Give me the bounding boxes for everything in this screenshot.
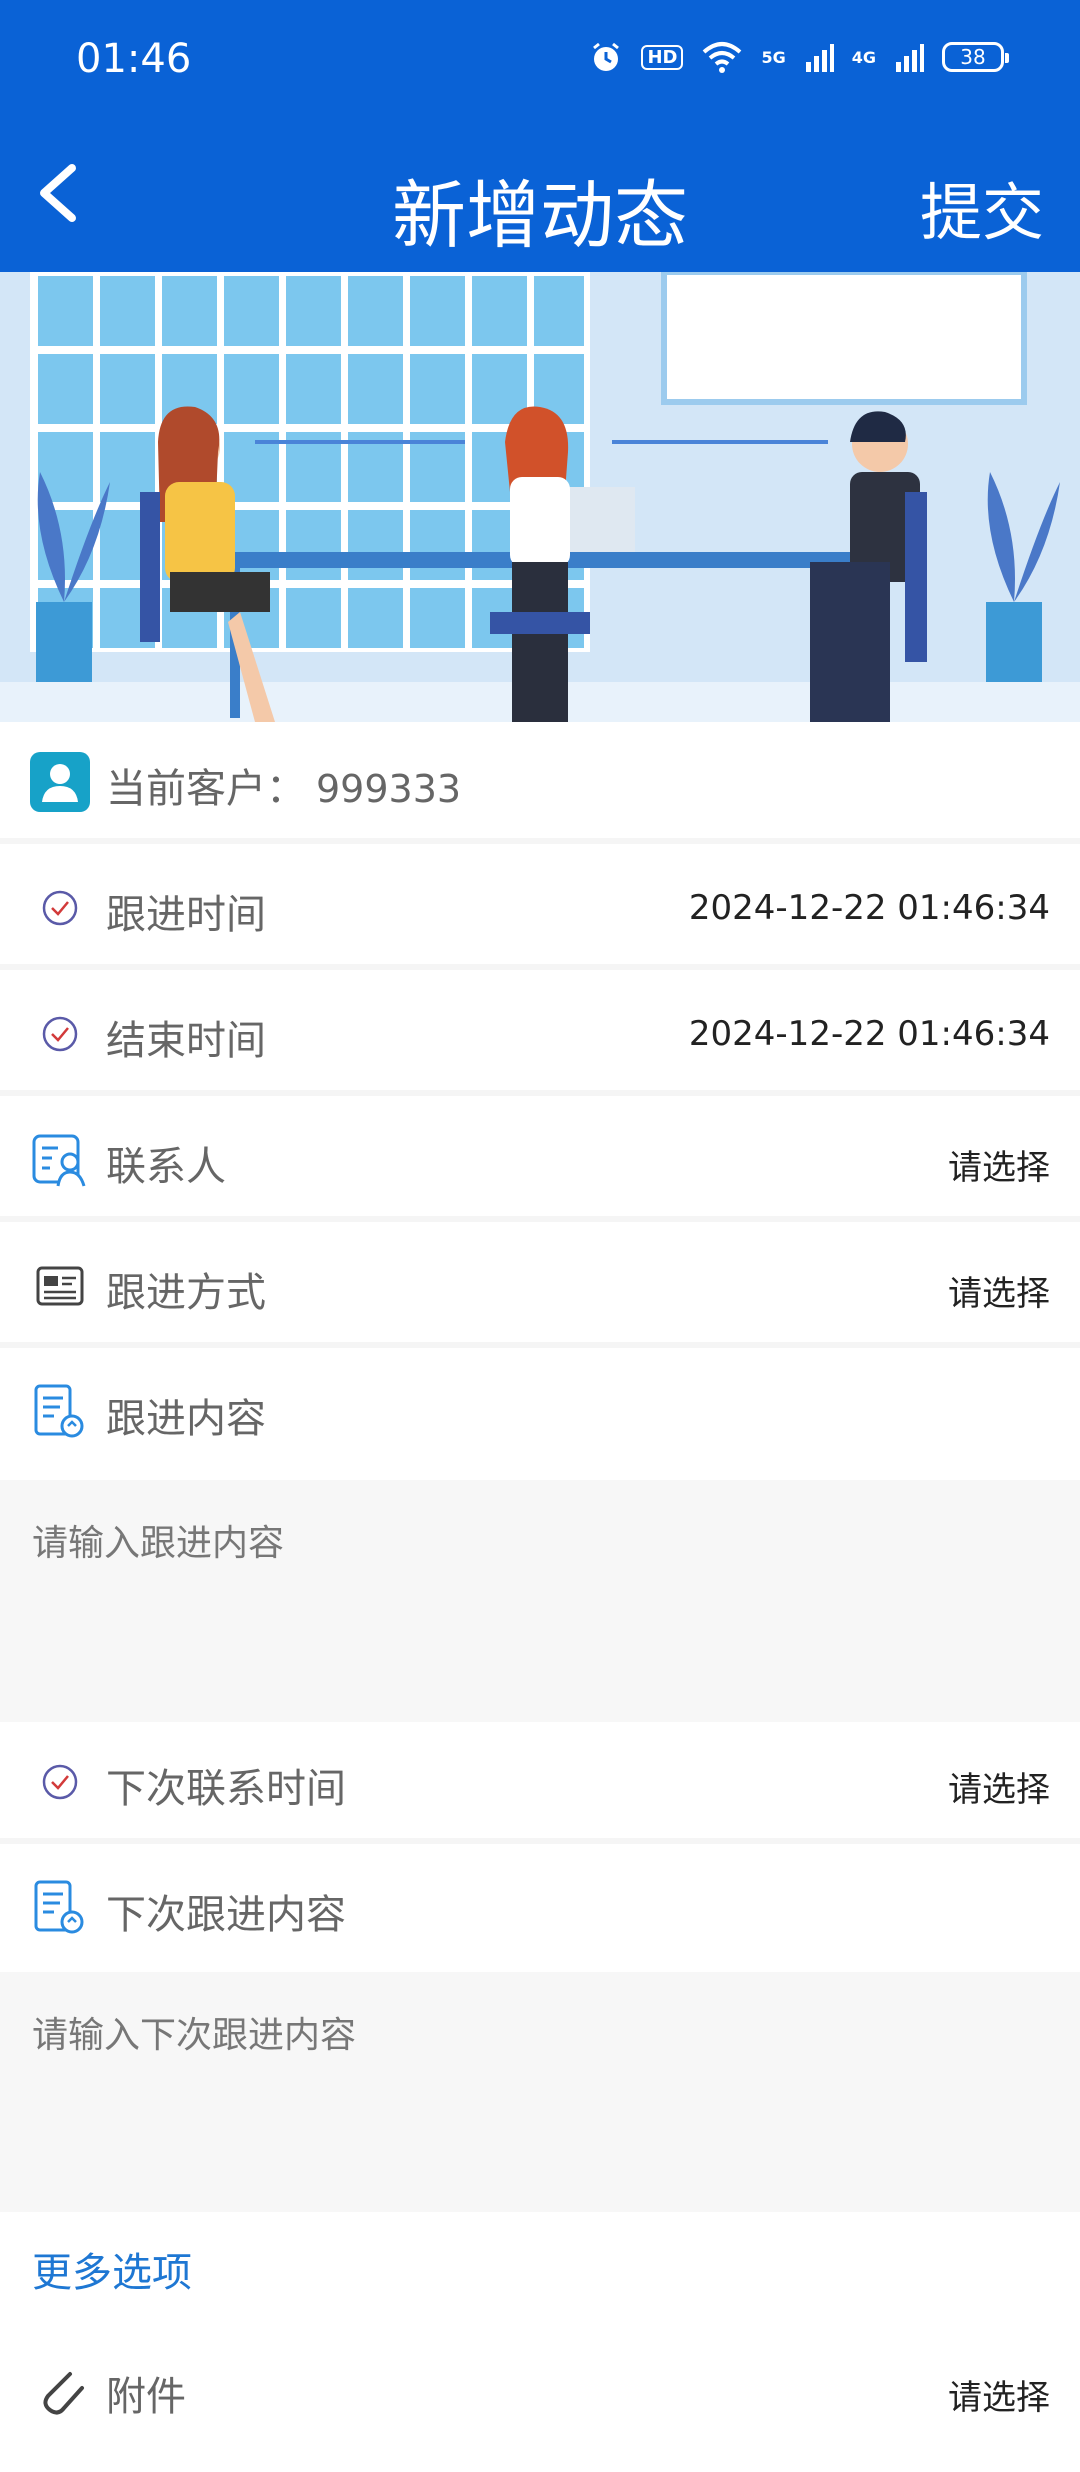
current-customer-title: 当前客户： bbox=[106, 766, 306, 812]
next-content-row: 下次跟进内容 bbox=[0, 1848, 1080, 1972]
battery-icon: 38 bbox=[942, 42, 1009, 72]
signal-icon-2 bbox=[896, 44, 924, 72]
follow-method-row[interactable]: 跟进方式 请选择 bbox=[0, 1226, 1080, 1348]
paperclip-icon bbox=[43, 2372, 84, 2415]
next-content-textarea[interactable]: 请输入下次跟进内容 bbox=[0, 1972, 1080, 2212]
next-contact-time-label: 下次联系时间 bbox=[106, 1766, 346, 1812]
clock-icon bbox=[42, 890, 78, 926]
follow-content-textarea[interactable]: 请输入跟进内容 bbox=[0, 1480, 1080, 1722]
alarm-icon bbox=[593, 42, 620, 71]
signal-icon bbox=[805, 44, 834, 72]
banner-illustration bbox=[0, 272, 1080, 722]
page-title: 新增动态 bbox=[392, 173, 688, 259]
document-edit-icon bbox=[34, 1880, 84, 1934]
current-customer-label: 当前客户： 999333 bbox=[106, 756, 461, 814]
end-time-value[interactable]: 2024-12-22 01:46:34 bbox=[689, 1014, 1050, 1054]
next-contact-time-select[interactable]: 请选择 bbox=[948, 1762, 1050, 1811]
end-time-row[interactable]: 结束时间 2024-12-22 01:46:34 bbox=[0, 974, 1080, 1096]
top-nav-bar: 新增动态 提交 bbox=[0, 118, 1080, 272]
hd-icon: HD bbox=[641, 44, 684, 70]
wifi-icon bbox=[703, 42, 742, 73]
follow-method-label: 跟进方式 bbox=[106, 1270, 266, 1316]
next-content-label: 下次跟进内容 bbox=[106, 1892, 346, 1938]
follow-time-value[interactable]: 2024-12-22 01:46:34 bbox=[689, 888, 1050, 928]
more-options-link[interactable]: 更多选项 bbox=[32, 2240, 192, 2298]
next-contact-time-row[interactable]: 下次联系时间 请选择 bbox=[0, 1722, 1080, 1844]
clock-icon bbox=[42, 1016, 78, 1052]
follow-time-row[interactable]: 跟进时间 2024-12-22 01:46:34 bbox=[0, 848, 1080, 970]
follow-time-label: 跟进时间 bbox=[106, 892, 266, 938]
network-5g-label: 5G bbox=[761, 47, 786, 67]
current-customer-row: 当前客户： 999333 bbox=[0, 722, 1080, 844]
network-4g-label: 4G bbox=[851, 47, 876, 67]
status-time: 01:46 bbox=[76, 36, 192, 82]
contact-label: 联系人 bbox=[106, 1144, 226, 1190]
current-customer-value: 999333 bbox=[316, 767, 462, 811]
battery-level: 38 bbox=[960, 45, 986, 69]
contact-row[interactable]: 联系人 请选择 bbox=[0, 1100, 1080, 1222]
clock-icon bbox=[42, 1764, 78, 1800]
follow-content-label: 跟进内容 bbox=[106, 1396, 266, 1442]
follow-method-select[interactable]: 请选择 bbox=[948, 1266, 1050, 1315]
submit-button[interactable]: 提交 bbox=[920, 162, 1044, 252]
status-icons: HD 5G 4G 38 bbox=[589, 40, 1009, 74]
document-edit-icon bbox=[34, 1384, 84, 1438]
attachment-label: 附件 bbox=[106, 2374, 186, 2420]
end-time-label: 结束时间 bbox=[106, 1018, 266, 1064]
status-bar: 01:46 HD 5G 4G 38 bbox=[0, 0, 1080, 118]
id-card-icon bbox=[36, 1266, 84, 1306]
next-content-placeholder: 请输入下次跟进内容 bbox=[32, 2015, 357, 2056]
contact-card-icon bbox=[32, 1134, 86, 1187]
follow-content-row: 跟进内容 bbox=[0, 1352, 1080, 1480]
contact-select[interactable]: 请选择 bbox=[948, 1140, 1050, 1189]
attachment-row[interactable]: 附件 请选择 bbox=[0, 2350, 1080, 2472]
customer-avatar-icon bbox=[30, 752, 90, 812]
follow-content-placeholder: 请输入跟进内容 bbox=[32, 1523, 285, 1564]
